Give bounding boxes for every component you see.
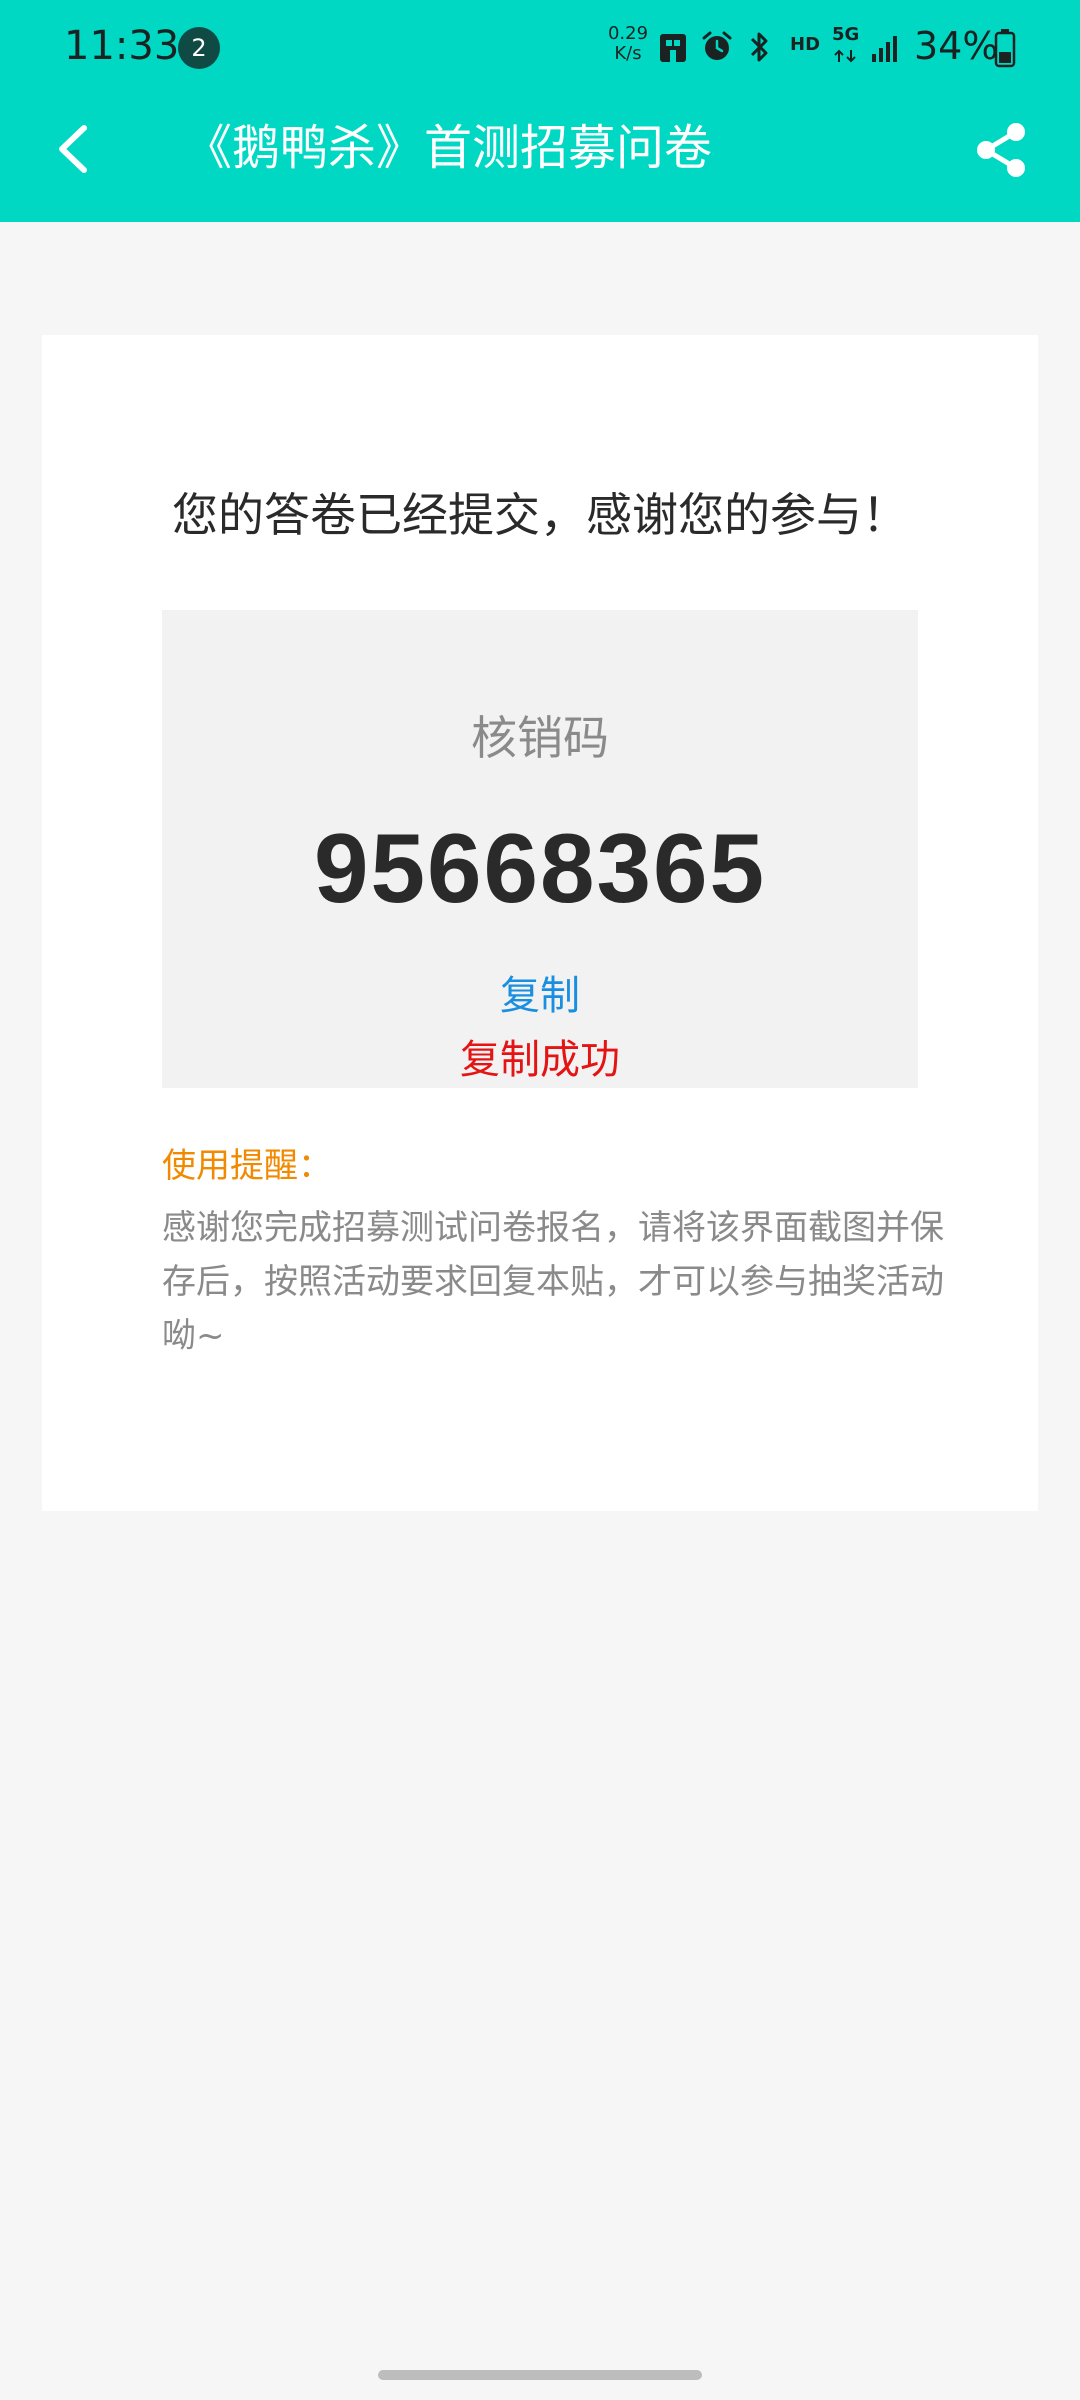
- bluetooth-icon: [750, 32, 768, 62]
- thanks-message: 您的答卷已经提交，感谢您的参与！: [172, 488, 908, 542]
- notification-count-badge: 2: [178, 27, 220, 69]
- verification-code: 95668365: [313, 813, 767, 923]
- page-title: 《鹅鸭杀》首测招募问卷: [184, 120, 713, 176]
- reminder-text: 感谢您完成招募测试问卷报名，请将该界面截图并保存后，按照活动要求回复本贴，才可以…: [162, 1208, 944, 1356]
- verification-code-box: 核销码 95668365 复制 复制成功: [162, 610, 918, 1088]
- app-notification-icon: [660, 34, 686, 62]
- copy-success-message: 复制成功: [460, 1037, 620, 1083]
- data-arrows-icon: [834, 49, 856, 63]
- header: 11:33 2 0.29 K/s HD 5G 34% 《鹅鸭杀》首测招募问卷: [0, 0, 1080, 222]
- reminder-title: 使用提醒：: [162, 1146, 332, 1186]
- network-speed: 0.29 K/s: [600, 24, 656, 64]
- copy-button[interactable]: 复制: [462, 970, 618, 1022]
- hd-indicator: HD: [790, 34, 821, 55]
- status-icons: 0.29 K/s HD 5G 34%: [600, 0, 1080, 94]
- status-time: 11:33: [64, 23, 180, 69]
- network-type-indicator: 5G: [832, 24, 860, 45]
- back-icon[interactable]: [46, 116, 102, 182]
- result-card: 您的答卷已经提交，感谢您的参与！ 核销码 95668365 复制 复制成功 使用…: [42, 335, 1038, 1511]
- battery-percent: 34%: [914, 24, 999, 68]
- code-label: 核销码: [471, 711, 609, 765]
- status-bar: 11:33 2 0.29 K/s HD 5G 34%: [0, 0, 1080, 94]
- signal-strength-icon: [872, 36, 897, 62]
- network-speed-unit: K/s: [614, 43, 642, 64]
- network-speed-value: 0.29: [607, 23, 649, 44]
- app-bar: 《鹅鸭杀》首测招募问卷: [0, 94, 1080, 222]
- alarm-icon: [702, 31, 732, 60]
- battery-icon: [994, 29, 1016, 68]
- share-icon[interactable]: [972, 120, 1032, 180]
- home-indicator[interactable]: [378, 2370, 702, 2380]
